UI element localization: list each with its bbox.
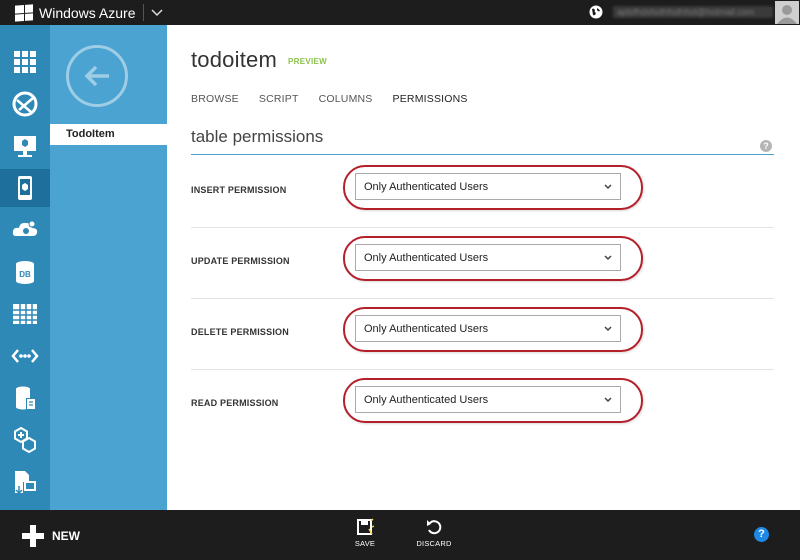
section-divider xyxy=(191,154,774,155)
chevron-down-icon xyxy=(604,326,612,332)
nav-service-bus[interactable] xyxy=(0,337,50,375)
panel-item-todoitem[interactable]: TodoItem xyxy=(50,124,167,145)
section-title: table permissions xyxy=(191,127,324,146)
page-title: todoitem xyxy=(191,47,277,72)
hdinsight-icon xyxy=(14,426,36,454)
back-button[interactable] xyxy=(66,45,128,107)
plus-icon xyxy=(22,525,44,547)
sql-databases-icon: DB xyxy=(16,261,34,284)
all-items-icon xyxy=(14,51,36,73)
permission-row-read: READ PERMISSION Only Authenticated Users xyxy=(191,370,774,441)
new-label: NEW xyxy=(52,529,80,543)
chevron-down-icon xyxy=(604,255,612,261)
service-bus-icon xyxy=(11,349,39,363)
main-content: todoitem PREVIEW BROWSE SCRIPT COLUMNS P… xyxy=(167,25,800,510)
read-permission-label: READ PERMISSION xyxy=(191,398,279,408)
media-services-icon xyxy=(16,386,36,410)
select-value: Only Authenticated Users xyxy=(364,252,489,264)
read-permission-select[interactable]: Only Authenticated Users xyxy=(355,386,621,413)
brand-title: Windows Azure xyxy=(39,4,136,21)
save-icon xyxy=(357,518,374,535)
tab-columns[interactable]: COLUMNS xyxy=(319,93,373,105)
import-export-icon xyxy=(15,471,36,495)
permission-row-delete: DELETE PERMISSION Only Authenticated Use… xyxy=(191,299,774,370)
chevron-down-icon[interactable] xyxy=(149,4,165,20)
nav-websites[interactable] xyxy=(0,85,50,123)
nav-cloud-services[interactable] xyxy=(0,211,50,249)
svg-text:DB: DB xyxy=(19,270,31,279)
tab-browse[interactable]: BROWSE xyxy=(191,93,239,105)
top-bar: Windows Azure ajdsfhdsfsdhfsdhfsd@hotmai… xyxy=(0,0,800,25)
tab-bar: BROWSE SCRIPT COLUMNS PERMISSIONS xyxy=(191,93,488,105)
nav-all-items[interactable] xyxy=(0,43,50,81)
insert-permission-select[interactable]: Only Authenticated Users xyxy=(355,173,621,200)
preview-badge: PREVIEW xyxy=(288,57,327,66)
user-silhouette-icon xyxy=(777,5,797,24)
command-bar: NEW SAVE DISCARD ? xyxy=(0,510,800,560)
brand[interactable]: Windows Azure xyxy=(15,3,135,22)
update-permission-select[interactable]: Only Authenticated Users xyxy=(355,244,621,271)
select-value: Only Authenticated Users xyxy=(364,394,489,406)
nav-hdinsight[interactable] xyxy=(0,421,50,459)
nav-import-export[interactable] xyxy=(0,463,50,501)
select-value: Only Authenticated Users xyxy=(364,181,489,193)
delete-permission-select[interactable]: Only Authenticated Users xyxy=(355,315,621,342)
help-button[interactable]: ? xyxy=(754,527,769,542)
save-button[interactable]: SAVE xyxy=(345,518,385,548)
help-icon[interactable]: ? xyxy=(760,140,772,152)
discard-button[interactable]: DISCARD xyxy=(414,518,454,548)
new-button[interactable]: NEW xyxy=(22,525,80,547)
storage-icon xyxy=(13,304,37,324)
chevron-down-icon xyxy=(604,397,612,403)
select-value: Only Authenticated Users xyxy=(364,323,489,335)
discard-label: DISCARD xyxy=(416,539,452,548)
avatar[interactable] xyxy=(775,1,799,24)
nav-virtual-machines[interactable] xyxy=(0,127,50,165)
undo-icon xyxy=(427,520,442,535)
permission-row-insert: INSERT PERMISSION Only Authenticated Use… xyxy=(191,157,774,228)
mobile-services-icon xyxy=(18,176,32,200)
permission-row-update: UPDATE PERMISSION Only Authenticated Use… xyxy=(191,228,774,299)
chevron-down-icon xyxy=(604,184,612,190)
nav-media-services[interactable] xyxy=(0,379,50,417)
windows-logo-icon xyxy=(15,3,33,22)
nav-sql-databases[interactable]: DB xyxy=(0,253,50,291)
account-email[interactable]: ajdsfhdsfsdhfsdhfsd@hotmail.com xyxy=(613,6,773,18)
secondary-panel: TodoItem xyxy=(50,25,167,510)
nav-storage[interactable] xyxy=(0,295,50,333)
save-label: SAVE xyxy=(354,539,376,548)
divider xyxy=(143,4,144,21)
delete-permission-label: DELETE PERMISSION xyxy=(191,327,289,337)
update-permission-label: UPDATE PERMISSION xyxy=(191,256,290,266)
service-sidebar: DB xyxy=(0,25,50,510)
cloud-services-icon xyxy=(12,220,38,236)
globe-icon[interactable] xyxy=(589,5,603,19)
nav-mobile-services[interactable] xyxy=(0,169,50,207)
insert-permission-label: INSERT PERMISSION xyxy=(191,185,287,195)
tab-script[interactable]: SCRIPT xyxy=(259,93,299,105)
arrow-left-icon xyxy=(84,65,109,87)
tab-permissions[interactable]: PERMISSIONS xyxy=(393,93,468,105)
virtual-machines-icon xyxy=(14,136,36,157)
websites-icon xyxy=(12,91,38,117)
